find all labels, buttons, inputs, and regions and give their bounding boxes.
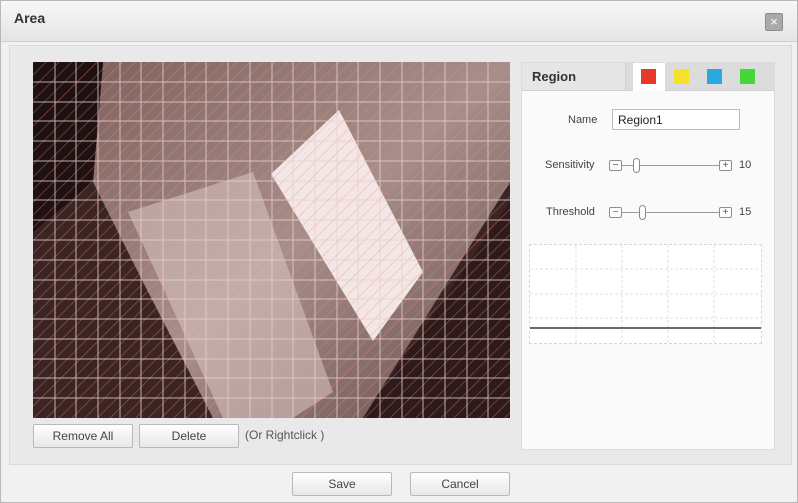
color-swatch-blue[interactable] bbox=[707, 69, 722, 84]
threshold-label: Threshold bbox=[546, 206, 595, 218]
close-button[interactable]: × bbox=[765, 13, 783, 31]
delete-button[interactable]: Delete bbox=[139, 424, 239, 448]
sensitivity-increase-button[interactable]: + bbox=[719, 160, 732, 171]
sensitivity-value: 10 bbox=[739, 159, 752, 171]
motion-level-graph bbox=[529, 244, 762, 344]
cancel-button[interactable]: Cancel bbox=[410, 472, 510, 496]
threshold-slider-track[interactable] bbox=[622, 212, 719, 213]
remove-all-button[interactable]: Remove All bbox=[33, 424, 133, 448]
save-button[interactable]: Save bbox=[292, 472, 392, 496]
sensitivity-slider-thumb[interactable] bbox=[633, 158, 640, 173]
threshold-increase-button[interactable]: + bbox=[719, 207, 732, 218]
rightclick-hint: (Or Rightclick ) bbox=[245, 428, 325, 442]
close-icon[interactable]: × bbox=[770, 14, 778, 29]
plus-icon: + bbox=[722, 207, 729, 218]
minus-icon: − bbox=[612, 207, 619, 218]
video-preview[interactable] bbox=[33, 62, 510, 418]
color-swatch-green[interactable] bbox=[740, 69, 755, 84]
plus-icon: + bbox=[722, 160, 729, 171]
minus-icon: − bbox=[612, 160, 619, 171]
threshold-slider-thumb[interactable] bbox=[639, 205, 646, 220]
sensitivity-decrease-button[interactable]: − bbox=[609, 160, 622, 171]
title-bar: Area × bbox=[1, 1, 797, 42]
dialog-title: Area bbox=[14, 10, 46, 26]
name-label: Name bbox=[568, 114, 598, 126]
color-swatch-yellow[interactable] bbox=[674, 69, 689, 84]
region-name-input[interactable] bbox=[612, 109, 740, 130]
sensitivity-label: Sensitivity bbox=[545, 159, 595, 171]
region-tab-label: Region bbox=[522, 63, 626, 90]
region-tabs: Region bbox=[522, 63, 774, 91]
color-swatch-red[interactable] bbox=[641, 69, 656, 84]
motion-grid-canvas[interactable] bbox=[33, 62, 510, 418]
motion-graph-canvas bbox=[530, 245, 761, 343]
threshold-value: 15 bbox=[739, 206, 752, 218]
threshold-decrease-button[interactable]: − bbox=[609, 207, 622, 218]
